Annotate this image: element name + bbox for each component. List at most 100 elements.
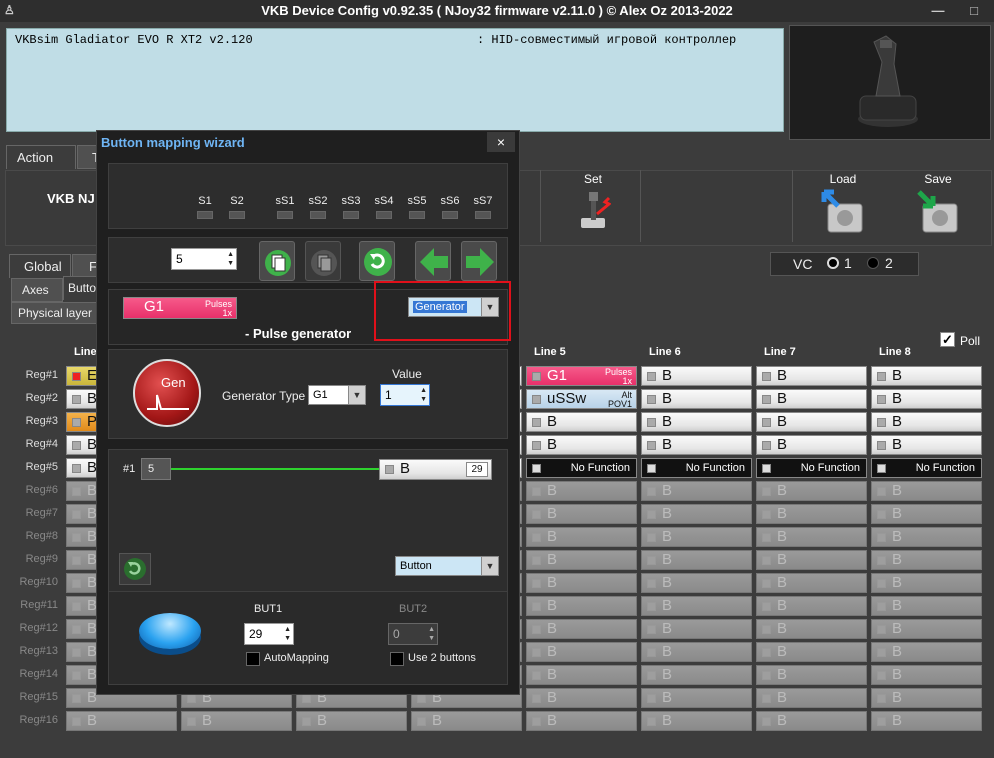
mapping-cell[interactable]: B bbox=[526, 619, 637, 639]
tab-axes[interactable]: Axes bbox=[11, 278, 63, 302]
mapping-cell[interactable]: B bbox=[756, 642, 867, 662]
mapping-cell[interactable]: B bbox=[526, 527, 637, 547]
mapping-cell[interactable]: B bbox=[756, 573, 867, 593]
mapping-cell[interactable]: B bbox=[871, 389, 982, 409]
mapping-cell[interactable]: B bbox=[526, 550, 637, 570]
mapping-cell[interactable]: B bbox=[526, 711, 637, 731]
mapping-cell[interactable]: B bbox=[526, 642, 637, 662]
pulse-count[interactable]: 5 bbox=[141, 458, 171, 480]
automapping-checkbox[interactable] bbox=[246, 652, 260, 666]
mapping-cell[interactable]: B bbox=[756, 435, 867, 455]
mapping-cell[interactable]: B bbox=[411, 711, 522, 731]
mapping-cell[interactable]: B bbox=[871, 412, 982, 432]
mapping-cell[interactable]: B bbox=[641, 688, 752, 708]
mapping-cell[interactable]: B bbox=[526, 504, 637, 524]
mapping-cell[interactable]: B bbox=[641, 619, 752, 639]
mapping-cell[interactable]: B bbox=[871, 619, 982, 639]
device-name[interactable]: VKBsim Gladiator EVO R XT2 v2.120 bbox=[15, 33, 253, 47]
mapping-cell[interactable]: B bbox=[756, 412, 867, 432]
mapping-cell[interactable]: B bbox=[641, 527, 752, 547]
mapping-cell[interactable]: No Function bbox=[526, 458, 637, 478]
but2-spinner[interactable]: 0 ▲ ▼ bbox=[388, 623, 438, 645]
tab-global[interactable]: Global bbox=[9, 254, 71, 278]
mapping-cell[interactable]: B bbox=[756, 550, 867, 570]
mapping-cell[interactable]: B bbox=[756, 389, 867, 409]
mapping-cell[interactable]: B bbox=[756, 527, 867, 547]
mapping-cell[interactable]: B bbox=[526, 573, 637, 593]
mapping-cell[interactable]: B bbox=[756, 665, 867, 685]
use-2-buttons-checkbox[interactable] bbox=[390, 652, 404, 666]
mapping-cell[interactable]: B bbox=[871, 481, 982, 501]
mapping-cell[interactable]: B bbox=[871, 688, 982, 708]
mapping-cell[interactable]: B bbox=[756, 688, 867, 708]
mapping-cell[interactable]: G1 Pulses 1x bbox=[526, 366, 637, 386]
mapping-cell[interactable]: No Function bbox=[641, 458, 752, 478]
mapping-cell[interactable]: B bbox=[526, 412, 637, 432]
mapping-cell[interactable]: B bbox=[641, 596, 752, 616]
load-button[interactable]: Load bbox=[820, 172, 866, 239]
poll-checkbox[interactable]: ✓ bbox=[940, 332, 955, 347]
save-button[interactable]: Save bbox=[915, 172, 961, 239]
tab-buttons[interactable]: Butto bbox=[63, 276, 99, 300]
mapping-cell[interactable]: uSSw Alt POV1 bbox=[526, 389, 637, 409]
mapping-cell[interactable]: B bbox=[641, 435, 752, 455]
mapping-cell[interactable]: B bbox=[641, 389, 752, 409]
maximize-button[interactable]: □ bbox=[962, 2, 986, 20]
copy-button[interactable] bbox=[259, 241, 295, 281]
mapping-cell[interactable]: B bbox=[526, 481, 637, 501]
previous-button[interactable] bbox=[415, 241, 451, 281]
mapping-cell[interactable]: B bbox=[66, 711, 177, 731]
physical-layer-button[interactable]: Physical layer bbox=[11, 302, 101, 324]
mapping-cell[interactable]: B bbox=[871, 665, 982, 685]
mapping-cell[interactable]: B bbox=[526, 435, 637, 455]
mapping-cell[interactable]: B bbox=[181, 711, 292, 731]
pulse-target-cell[interactable]: B 29 bbox=[379, 459, 492, 480]
mapping-cell[interactable]: B bbox=[641, 366, 752, 386]
mapping-cell[interactable]: B bbox=[756, 711, 867, 731]
mapping-cell[interactable]: No Function bbox=[756, 458, 867, 478]
set-button[interactable]: Set bbox=[575, 172, 612, 235]
mapping-cell[interactable]: B bbox=[871, 596, 982, 616]
vc-radio-1[interactable] bbox=[827, 257, 839, 269]
mapping-cell[interactable]: B bbox=[871, 573, 982, 593]
next-button[interactable] bbox=[461, 241, 497, 281]
but1-spinner[interactable]: 29 ▲ ▼ bbox=[244, 623, 294, 645]
mapping-cell[interactable]: B bbox=[871, 366, 982, 386]
mapping-cell[interactable]: B bbox=[871, 435, 982, 455]
reset-button[interactable] bbox=[119, 553, 151, 585]
dialog-close-button[interactable]: × bbox=[487, 132, 515, 152]
mapping-cell[interactable]: B bbox=[871, 504, 982, 524]
mapping-cell[interactable]: B bbox=[526, 596, 637, 616]
mapping-cell[interactable]: B bbox=[296, 711, 407, 731]
mapping-cell[interactable]: B bbox=[871, 642, 982, 662]
mapping-cell[interactable]: B bbox=[641, 481, 752, 501]
current-mapping-cell[interactable]: G1 Pulses 1x bbox=[123, 297, 237, 319]
mapping-cell[interactable]: B bbox=[526, 688, 637, 708]
mapping-cell[interactable]: B bbox=[871, 527, 982, 547]
refresh-button[interactable] bbox=[359, 241, 395, 281]
paste-button[interactable] bbox=[305, 241, 341, 281]
mapping-cell[interactable]: B bbox=[641, 573, 752, 593]
mapping-cell[interactable]: B bbox=[641, 504, 752, 524]
minimize-button[interactable]: — bbox=[926, 2, 950, 20]
mapping-cell[interactable]: B bbox=[641, 711, 752, 731]
device-list[interactable]: VKBsim Gladiator EVO R XT2 v2.120 : HID-… bbox=[6, 28, 784, 132]
mapping-cell[interactable]: B bbox=[526, 665, 637, 685]
vc-radio-2[interactable] bbox=[867, 257, 879, 269]
mapping-cell[interactable]: B bbox=[756, 504, 867, 524]
output-type-combo[interactable]: Button ▼ bbox=[395, 556, 499, 576]
mapping-cell[interactable]: B bbox=[756, 481, 867, 501]
mapping-cell[interactable]: B bbox=[641, 665, 752, 685]
mapping-cell[interactable]: B bbox=[641, 412, 752, 432]
mapping-cell[interactable]: B bbox=[756, 619, 867, 639]
mapping-cell[interactable]: B bbox=[871, 711, 982, 731]
button-index-spinner[interactable]: 5 ▲ ▼ bbox=[171, 248, 237, 270]
mapping-cell[interactable]: B bbox=[756, 596, 867, 616]
mapping-cell[interactable]: B bbox=[641, 642, 752, 662]
mapping-cell[interactable]: B bbox=[641, 550, 752, 570]
value-spinner[interactable]: 1 ▲ ▼ bbox=[380, 384, 430, 406]
mapping-cell[interactable]: No Function bbox=[871, 458, 982, 478]
mapping-cell[interactable]: B bbox=[871, 550, 982, 570]
generator-type-combo[interactable]: G1 ▼ bbox=[308, 385, 366, 405]
tab-action[interactable]: Action bbox=[6, 145, 76, 169]
